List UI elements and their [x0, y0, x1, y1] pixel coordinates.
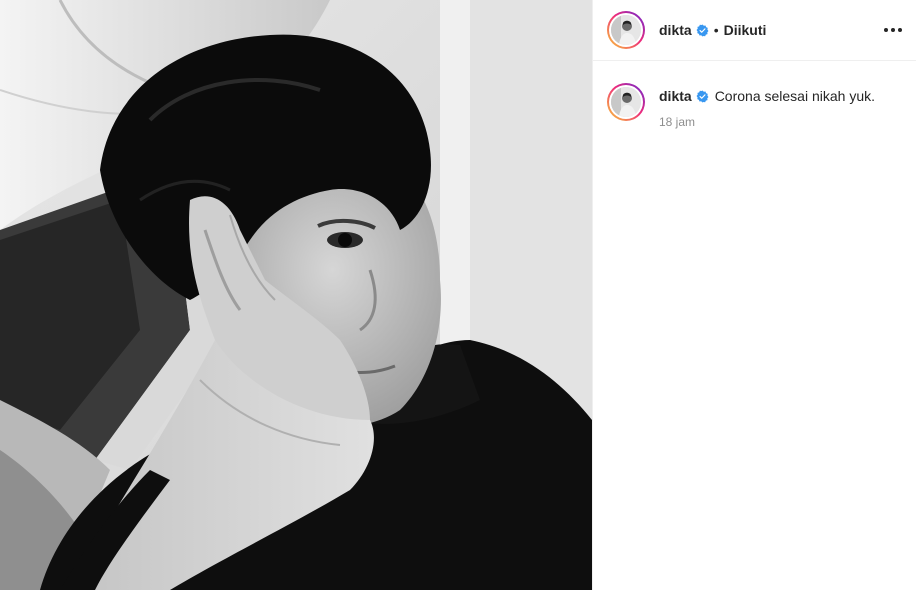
header-separator: • [713, 22, 719, 38]
caption-text: Corona selesai nikah yuk. [714, 88, 875, 104]
post-header: dikta • Diikuti [593, 0, 916, 61]
avatar-story-ring[interactable] [607, 11, 645, 49]
avatar [611, 15, 641, 45]
caption-verified-badge-icon [696, 90, 709, 103]
caption-avatar [611, 87, 641, 117]
caption-avatar-story-ring[interactable] [607, 83, 645, 121]
post-sidebar: dikta • Diikuti dikta Corona selesai nik… [592, 0, 916, 590]
follow-status-button[interactable]: Diikuti [724, 22, 767, 38]
more-options-icon[interactable] [882, 22, 904, 38]
header-username[interactable]: dikta [659, 22, 692, 38]
verified-badge-icon [696, 24, 709, 37]
caption-username[interactable]: dikta [659, 87, 692, 105]
post-photo[interactable] [0, 0, 592, 590]
post-timestamp[interactable]: 18 jam [659, 115, 875, 129]
instagram-post: dikta • Diikuti dikta Corona selesai nik… [0, 0, 916, 590]
caption-line: dikta Corona selesai nikah yuk. [659, 87, 875, 105]
post-image [0, 0, 592, 590]
caption-block: dikta Corona selesai nikah yuk. 18 jam [593, 61, 916, 129]
